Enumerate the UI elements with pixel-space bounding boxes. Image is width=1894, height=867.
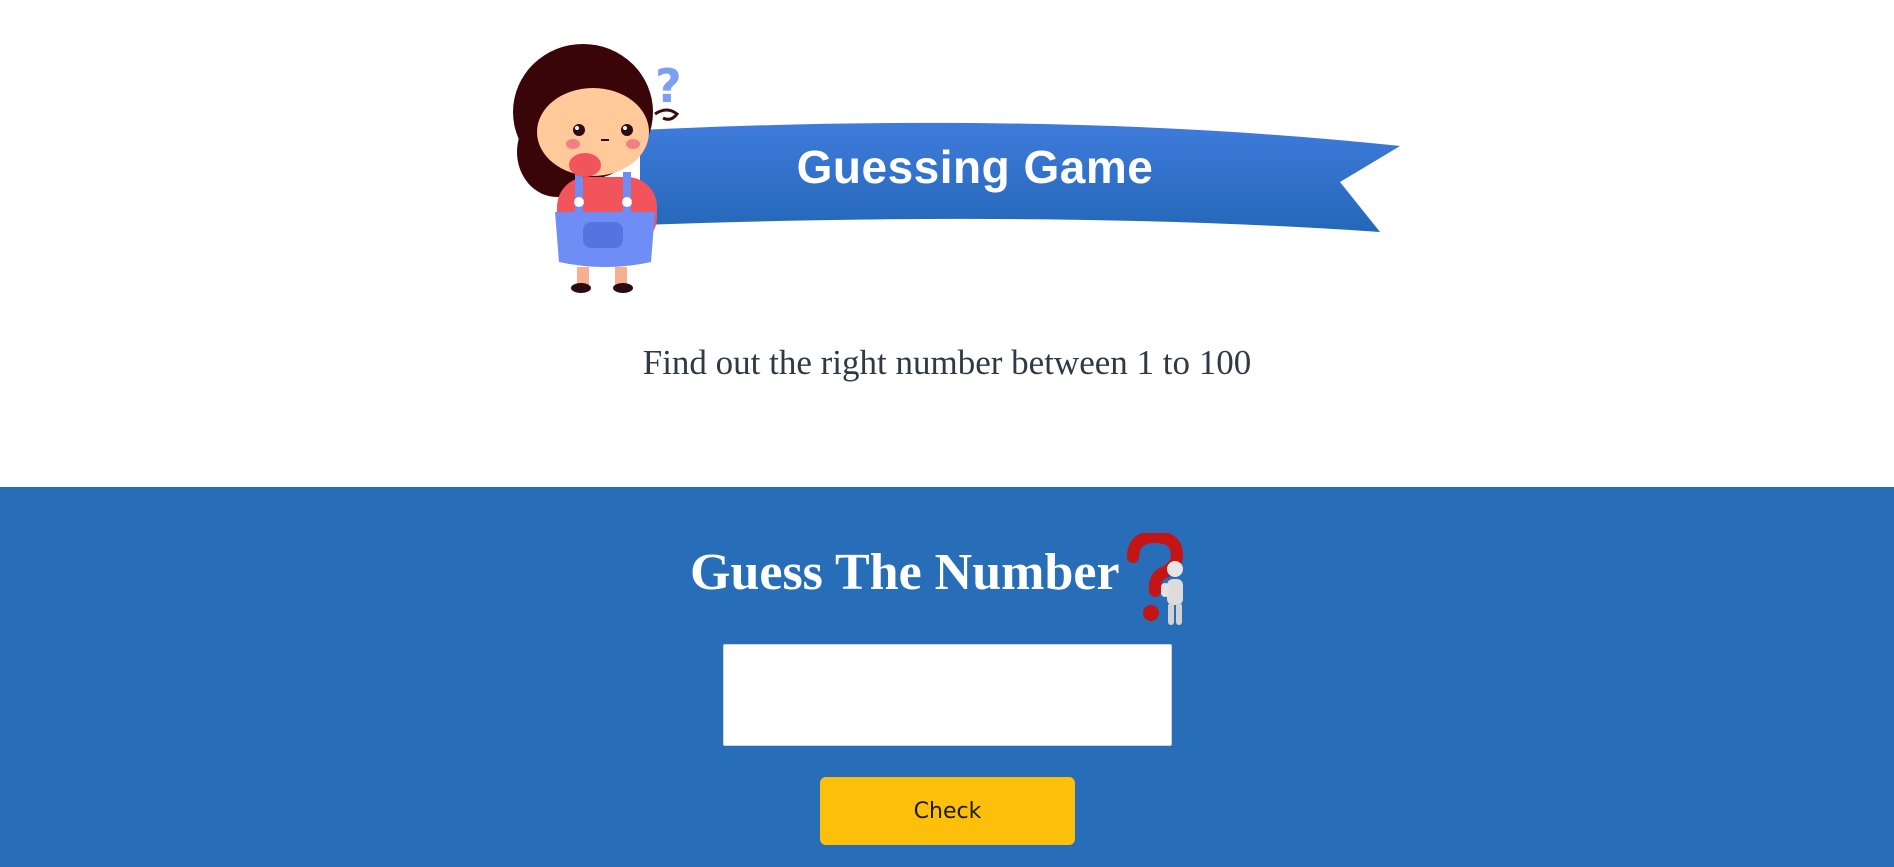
header-area: ? Guessing Game Find out the right numbe… — [0, 0, 1894, 487]
thinking-girl-icon: ? — [513, 44, 682, 293]
instructions-text: Find out the right number between 1 to 1… — [642, 343, 1252, 382]
game-panel: Guess The Number Check — [0, 487, 1894, 867]
question-mark-thinker-icon — [1127, 533, 1184, 625]
banner-title: Guessing Game — [796, 141, 1154, 193]
guessing-game-page: ? Guessing Game Find out the right numbe… — [0, 0, 1894, 867]
game-heading: Guess The Number — [690, 544, 1120, 601]
guess-input[interactable] — [723, 644, 1172, 746]
check-button[interactable]: Check — [820, 777, 1075, 845]
svg-text:?: ? — [655, 59, 682, 113]
